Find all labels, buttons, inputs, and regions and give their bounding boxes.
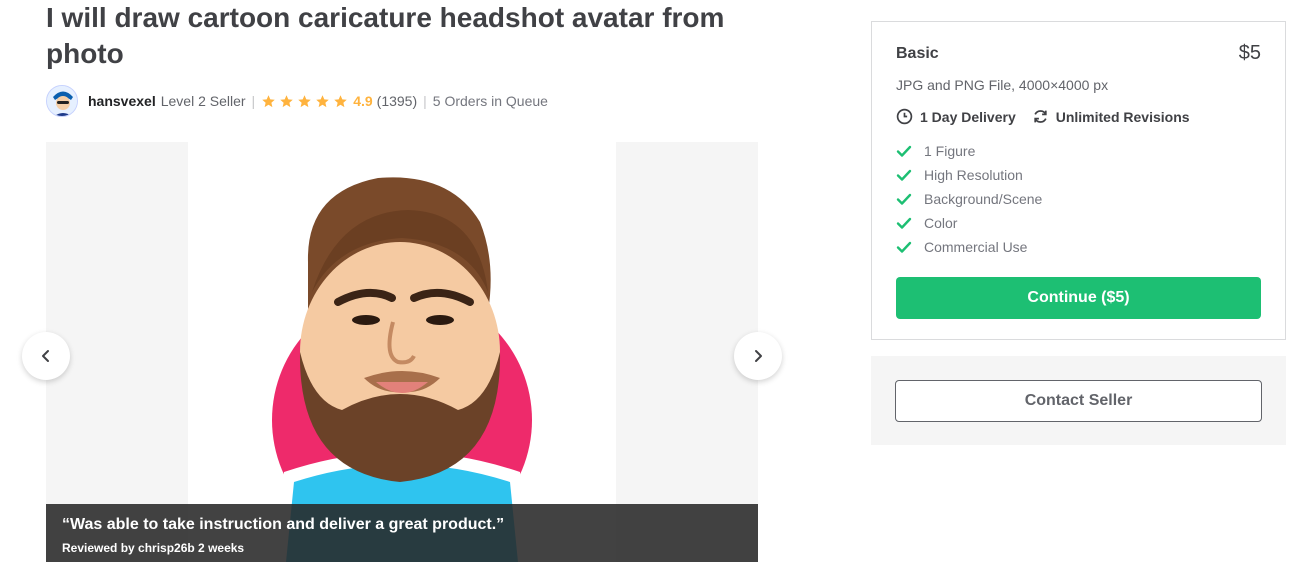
seller-overview: hansvexel Level 2 Seller | 4.9 (1395) | …: [46, 85, 548, 117]
contact-seller-button[interactable]: Contact Seller: [895, 380, 1262, 422]
star-icon: [334, 94, 347, 107]
delivery-info: 1 Day Delivery Unlimited Revisions: [896, 108, 1206, 125]
divider: |: [251, 93, 256, 109]
package-card: Basic $5 JPG and PNG File, 4000×4000 px …: [871, 21, 1286, 340]
chevron-right-icon: [755, 350, 762, 362]
review-quote: “Was able to take instruction and delive…: [62, 516, 505, 533]
package-description: JPG and PNG File, 4000×4000 px: [896, 77, 1109, 93]
feature-item: Background/Scene: [896, 187, 1042, 211]
check-icon: [896, 145, 912, 157]
gallery-slide: [188, 142, 616, 562]
feature-label: Color: [924, 215, 958, 231]
star-icon: [262, 94, 275, 107]
continue-button[interactable]: Continue ($5): [896, 277, 1261, 319]
divider: |: [423, 93, 427, 109]
seller-name[interactable]: hansvexel: [88, 93, 156, 109]
revisions: Unlimited Revisions: [1032, 108, 1190, 125]
caricature-image: [272, 177, 532, 562]
star-icon: [298, 94, 311, 107]
gig-gallery[interactable]: “Was able to take instruction and delive…: [46, 142, 758, 562]
review-highlight: “Was able to take instruction and delive…: [46, 504, 758, 562]
revisions-label: Unlimited Revisions: [1055, 108, 1190, 125]
feature-label: High Resolution: [924, 167, 1023, 183]
feature-item: Commercial Use: [896, 235, 1042, 259]
seller-level: Level 2 Seller: [160, 93, 246, 109]
feature-label: Background/Scene: [924, 191, 1043, 207]
clock-icon: [896, 108, 913, 125]
feature-label: Commercial Use: [924, 239, 1028, 255]
check-icon: [896, 169, 912, 181]
rating-count[interactable]: (1395): [377, 93, 417, 109]
review-meta: Reviewed by chrisp26b 2 weeks: [62, 541, 245, 555]
feature-label: 1 Figure: [924, 143, 976, 159]
refresh-icon: [1034, 110, 1047, 123]
seller-avatar[interactable]: [46, 85, 78, 117]
feature-item: Color: [896, 211, 1042, 235]
orders-in-queue: 5 Orders in Queue: [432, 93, 548, 109]
star-icon: [316, 94, 329, 107]
check-icon: [896, 217, 912, 229]
gallery-next-button[interactable]: [734, 332, 782, 380]
rating-score: 4.9: [353, 93, 373, 109]
delivery-time: 1 Day Delivery: [896, 108, 1016, 125]
feature-item: High Resolution: [896, 163, 1042, 187]
gallery-prev-button[interactable]: [22, 332, 70, 380]
package-price: $5: [1238, 42, 1261, 64]
gig-title: I will draw cartoon caricature headshot …: [46, 2, 725, 69]
star-icon: [280, 94, 293, 107]
feature-list: 1 Figure High Resolution Background/Scen…: [896, 139, 1042, 259]
chevron-left-icon: [42, 350, 49, 362]
rating-stars: [261, 94, 351, 109]
package-name: Basic: [896, 45, 939, 62]
check-icon: [896, 241, 912, 253]
check-icon: [896, 193, 912, 205]
contact-panel: Contact Seller: [871, 356, 1286, 445]
delivery-label: 1 Day Delivery: [920, 108, 1016, 125]
feature-item: 1 Figure: [896, 139, 1042, 163]
